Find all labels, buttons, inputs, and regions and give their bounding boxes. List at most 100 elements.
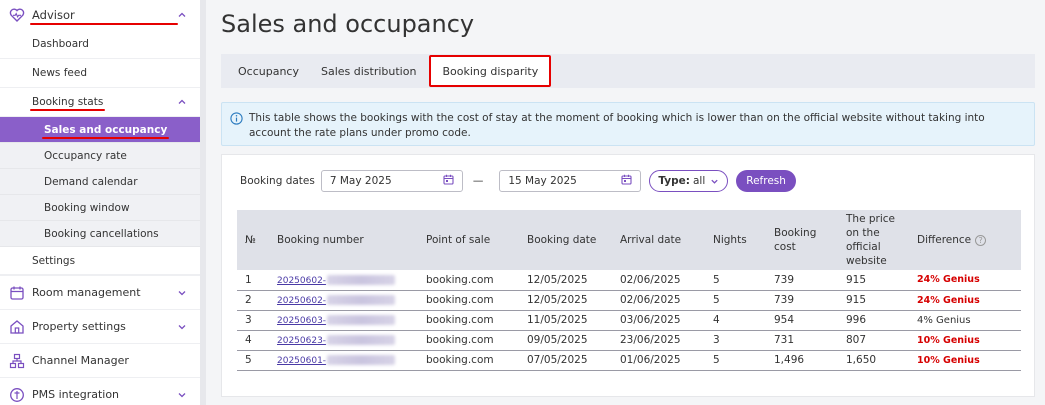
tab-sales-distribution[interactable]: Sales distribution bbox=[310, 54, 427, 88]
sidebar-item-advisor[interactable]: Advisor bbox=[0, 0, 200, 30]
sidebar-item-pms-integration[interactable]: PMS integration bbox=[0, 377, 200, 405]
sidebar-item-booking-stats[interactable]: Booking stats bbox=[0, 88, 200, 117]
info-text: This table shows the bookings with the c… bbox=[249, 112, 985, 139]
cell-booking-date: 12/05/2025 bbox=[527, 273, 588, 286]
sidebar-item-label: Occupancy rate bbox=[44, 149, 127, 162]
cell-booking-number[interactable]: 20250601- bbox=[269, 350, 418, 370]
cell-number: 1 bbox=[245, 273, 252, 286]
cell-nights: 3 bbox=[713, 334, 720, 346]
sidebar-item-booking-window[interactable]: Booking window bbox=[0, 195, 200, 221]
booking-disparity-table: № Booking number Point of sale Booking d… bbox=[237, 210, 1021, 371]
booking-link[interactable]: 20250601- bbox=[277, 356, 326, 366]
cell-official-price: 807 bbox=[846, 334, 867, 346]
date-to-input[interactable]: 15 May 2025 bbox=[499, 170, 642, 192]
cell-booking-number[interactable]: 20250623- bbox=[269, 330, 418, 350]
sidebar-item-settings[interactable]: Settings bbox=[0, 247, 200, 275]
type-filter-label: Type: bbox=[658, 175, 690, 187]
table-row: 4 20250623- booking.com 09/05/2025 23/06… bbox=[237, 330, 1021, 350]
cell-booking-number[interactable]: 20250603- bbox=[269, 310, 418, 330]
calendar-icon[interactable] bbox=[621, 174, 632, 188]
cell-point-of-sale: booking.com bbox=[426, 314, 494, 326]
refresh-button[interactable]: Refresh bbox=[736, 170, 796, 192]
cell-arrival-date: 03/06/2025 bbox=[620, 314, 681, 326]
sidebar-item-label: Sales and occupancy bbox=[41, 123, 170, 139]
sidebar-item-label: Channel Manager bbox=[32, 354, 129, 367]
chevron-down-icon[interactable] bbox=[176, 389, 188, 401]
cell-point-of-sale: booking.com bbox=[426, 273, 494, 286]
redacted-text bbox=[327, 295, 396, 305]
cell-arrival-date: 02/06/2025 bbox=[620, 273, 681, 286]
sidebar-item-label: Room management bbox=[32, 286, 141, 299]
calendar-icon bbox=[8, 284, 26, 302]
sidebar-item-label: PMS integration bbox=[32, 388, 120, 401]
sidebar-item-label: Booking stats bbox=[29, 96, 106, 111]
booking-disparity-panel: Booking dates 7 May 2025 — 15 May 2025 T… bbox=[221, 154, 1035, 397]
redacted-text bbox=[327, 315, 396, 325]
cell-official-price: 996 bbox=[846, 314, 867, 326]
sidebar-item-channel-manager[interactable]: Channel Manager bbox=[0, 343, 200, 377]
cell-booking-cost: 1,496 bbox=[774, 354, 805, 366]
booking-link[interactable]: 20250602- bbox=[277, 276, 326, 286]
sidebar-item-label: Advisor bbox=[30, 8, 178, 25]
date-from-input[interactable]: 7 May 2025 bbox=[320, 170, 463, 192]
booking-dates-label: Booking dates bbox=[240, 175, 315, 187]
redacted-text bbox=[327, 335, 396, 345]
col-point-of-sale: Point of sale bbox=[426, 234, 491, 246]
cell-number: 5 bbox=[245, 354, 252, 366]
info-banner: This table shows the bookings with the c… bbox=[221, 102, 1035, 146]
sidebar-item-dashboard[interactable]: Dashboard bbox=[0, 30, 200, 59]
cell-booking-cost: 954 bbox=[774, 314, 795, 326]
sidebar-item-occupancy-rate[interactable]: Occupancy rate bbox=[0, 143, 200, 169]
cell-point-of-sale: booking.com bbox=[426, 334, 494, 346]
cell-booking-cost: 739 bbox=[774, 294, 795, 306]
sidebar-item-sales-and-occupancy[interactable]: Sales and occupancy bbox=[0, 117, 200, 143]
cell-booking-date: 07/05/2025 bbox=[527, 354, 588, 366]
cell-number: 3 bbox=[245, 314, 252, 326]
booking-link[interactable]: 20250603- bbox=[277, 316, 326, 326]
booking-link[interactable]: 20250623- bbox=[277, 336, 326, 346]
table-row: 2 20250602- booking.com 12/05/2025 02/06… bbox=[237, 290, 1021, 310]
sidebar-item-booking-cancellations[interactable]: Booking cancellations bbox=[0, 221, 200, 247]
cell-nights: 5 bbox=[713, 273, 720, 286]
type-filter-value: all bbox=[692, 175, 706, 187]
help-icon[interactable]: ? bbox=[975, 234, 987, 246]
table-row: 5 20250601- booking.com 07/05/2025 01/06… bbox=[237, 350, 1021, 370]
sidebar-item-room-management[interactable]: Room management bbox=[0, 275, 200, 309]
tab-occupancy[interactable]: Occupancy bbox=[227, 54, 310, 88]
cell-booking-number[interactable]: 20250602- bbox=[269, 270, 418, 290]
cell-booking-date: 11/05/2025 bbox=[527, 314, 588, 326]
cell-nights: 4 bbox=[713, 314, 720, 326]
sidebar-item-demand-calendar[interactable]: Demand calendar bbox=[0, 169, 200, 195]
tab-booking-disparity[interactable]: Booking disparity bbox=[429, 55, 552, 87]
cell-difference: 10% Genius bbox=[917, 334, 980, 346]
cell-official-price: 915 bbox=[846, 294, 867, 306]
info-icon bbox=[230, 112, 243, 125]
chevron-down-icon bbox=[710, 177, 719, 186]
calendar-icon[interactable] bbox=[443, 174, 454, 188]
cell-booking-number[interactable]: 20250602- bbox=[269, 290, 418, 310]
col-arrival-date: Arrival date bbox=[620, 234, 682, 246]
sidebar-item-label: Booking cancellations bbox=[44, 227, 159, 240]
cell-official-price: 915 bbox=[846, 273, 867, 286]
booking-link[interactable]: 20250602- bbox=[277, 296, 326, 306]
chevron-up-icon[interactable] bbox=[176, 96, 188, 108]
chevron-down-icon[interactable] bbox=[176, 287, 188, 299]
sidebar-item-property-settings[interactable]: Property settings bbox=[0, 309, 200, 343]
col-booking-date: Booking date bbox=[527, 234, 597, 246]
cell-number: 2 bbox=[245, 294, 252, 306]
chevron-down-icon[interactable] bbox=[176, 321, 188, 333]
type-filter-dropdown[interactable]: Type: all bbox=[649, 170, 729, 192]
date-range-separator: — bbox=[472, 175, 484, 187]
chevron-up-icon[interactable] bbox=[176, 9, 188, 21]
cell-point-of-sale: booking.com bbox=[426, 354, 494, 366]
sidebar-item-news-feed[interactable]: News feed bbox=[0, 59, 200, 88]
redacted-text bbox=[327, 274, 396, 285]
cell-number: 4 bbox=[245, 334, 252, 346]
cell-booking-cost: 739 bbox=[774, 273, 795, 286]
table-row: 3 20250603- booking.com 11/05/2025 03/06… bbox=[237, 310, 1021, 330]
main-content: Sales and occupancy Occupancy Sales dist… bbox=[206, 0, 1045, 405]
table-header-row: № Booking number Point of sale Booking d… bbox=[237, 210, 1021, 270]
redacted-text bbox=[327, 355, 396, 365]
page-title: Sales and occupancy bbox=[221, 10, 475, 38]
network-icon bbox=[8, 352, 26, 370]
